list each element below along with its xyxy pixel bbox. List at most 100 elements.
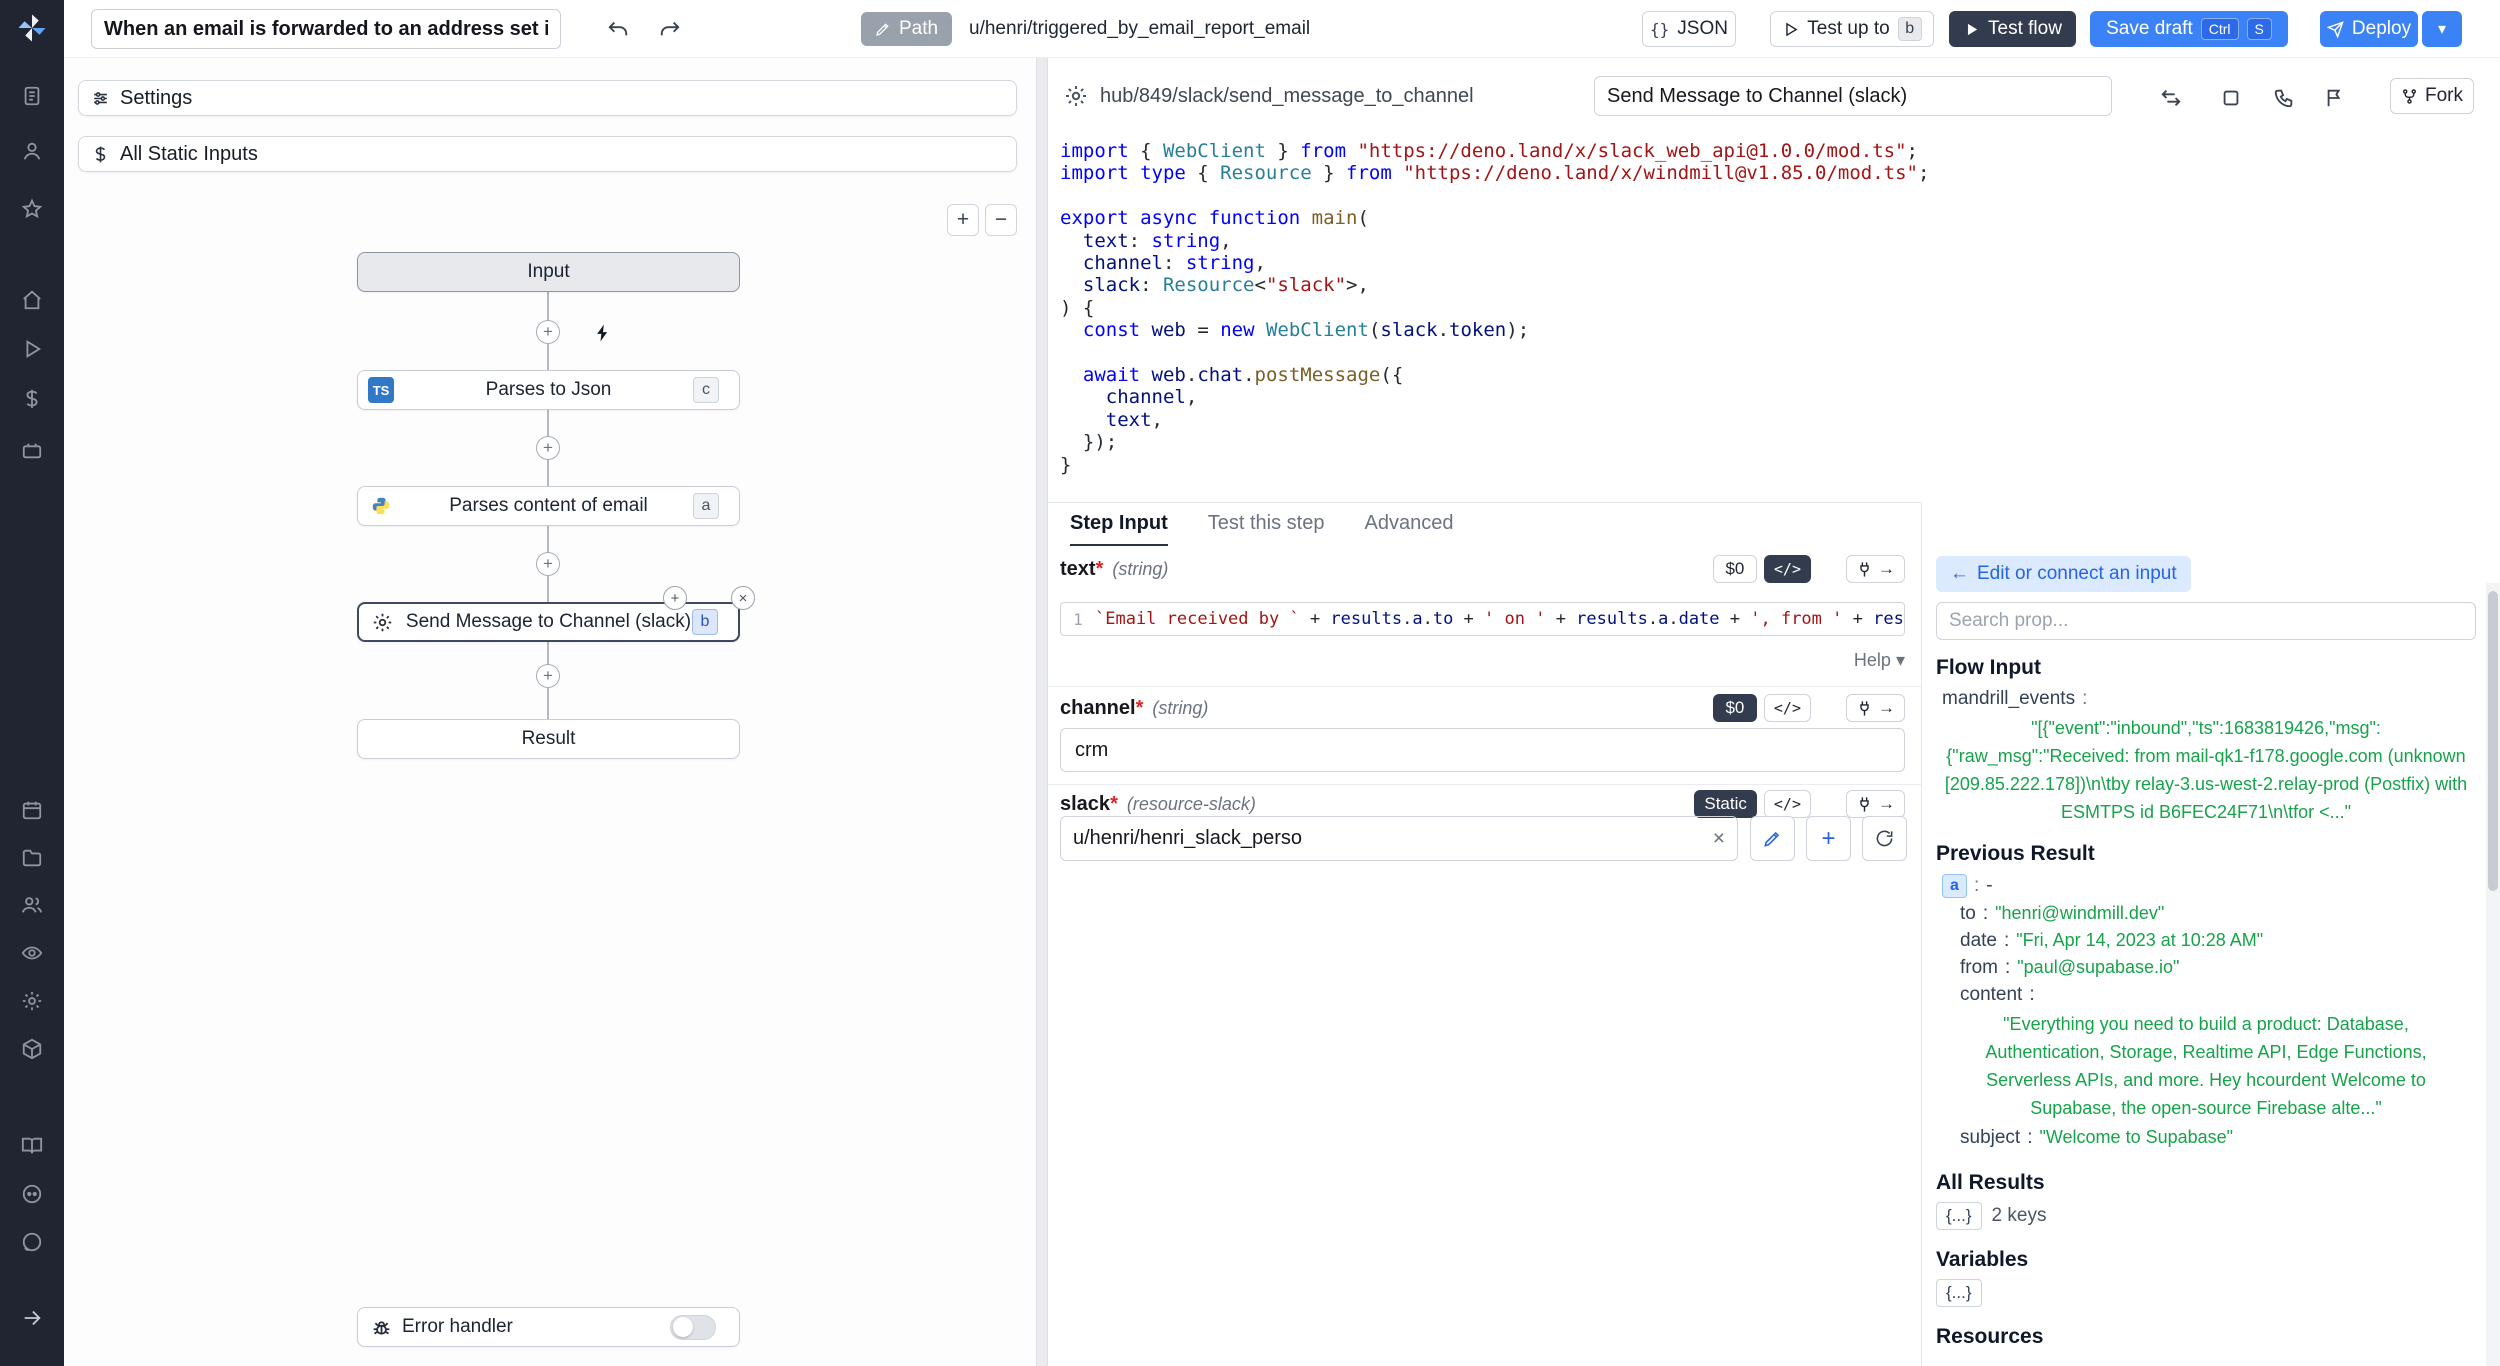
prop-row-subject[interactable]: subject:"Welcome to Supabase" [1960,1127,2476,1149]
fork-button[interactable]: Fork [2390,78,2474,114]
json-button[interactable]: {} JSON [1642,11,1736,47]
prop-row-to[interactable]: to:"henri@windmill.dev" [1960,903,2476,925]
panel-splitter[interactable] [1036,58,1048,1366]
topbar: Path {} JSON Test up to b Test flow Save… [64,0,2500,58]
insert-step-button[interactable]: + [536,664,560,688]
move-step-button[interactable]: + [663,586,687,610]
deploy-button[interactable]: Deploy [2320,11,2418,47]
dollar-zero-chip[interactable]: $0 [1713,694,1757,722]
windmill-logo[interactable] [14,10,50,46]
line-number: 1 [1061,610,1095,629]
slack-resource-picker[interactable]: u/henri/henri_slack_perso × [1060,816,1738,861]
audit-logs-icon[interactable] [18,939,46,967]
zoom-out-button[interactable]: − [985,204,1017,236]
arrow-right-icon: → [1878,559,1895,579]
undo-button[interactable] [600,11,636,47]
field-slack: slack* (resource-slack) Static </> → [1060,790,1905,818]
code-line: slack: Resource<"slack">, [1060,274,2480,296]
refresh-resource-button[interactable] [1862,816,1907,861]
code-editor[interactable]: import { WebClient } from "https://deno.… [1060,140,2480,492]
search-prop-input[interactable] [1936,602,2476,640]
text-expression-editor[interactable]: 1 `Email received by ` + results.a.to + … [1060,602,1905,636]
star-icon[interactable] [18,195,46,223]
clear-resource-icon[interactable]: × [1713,827,1725,851]
save-draft-button[interactable]: Save draft Ctrl S [2090,11,2288,47]
prop-key-a[interactable]: a : - [1942,874,2476,898]
flow-node-send-message-to-channel[interactable]: Send Message to Channel (slack) b [357,602,740,642]
expression-mode-chip[interactable]: </> [1764,790,1811,818]
scrollbar-thumb[interactable] [2488,591,2498,891]
test-flow-button[interactable]: Test flow [1949,11,2076,47]
user-icon[interactable] [18,137,46,165]
variables-object-chip[interactable]: {...} [1936,1279,1982,1307]
bolt-icon[interactable] [593,320,619,346]
flow-node-parses-to-json[interactable]: TS Parses to Json c [357,370,740,410]
home-icon[interactable] [18,286,46,314]
static-mode-chip[interactable]: Static [1694,790,1757,818]
connect-input-button[interactable]: → [1846,790,1905,818]
prop-row-date[interactable]: date:"Fri, Apr 14, 2023 at 10:28 AM" [1960,930,2476,952]
dollar-zero-chip[interactable]: $0 [1713,555,1757,583]
edit-resource-button[interactable] [1750,816,1795,861]
prop-key-mandrill-events[interactable]: mandrill_events: [1942,688,2476,710]
edit-or-connect-button[interactable]: ← Edit or connect an input [1936,556,2191,592]
path-input[interactable] [969,12,1399,46]
deploy-dropdown-button[interactable]: ▾ [2422,11,2462,47]
expression-mode-chip[interactable]: </> [1764,555,1811,583]
github-icon[interactable] [18,1228,46,1256]
runs-icon[interactable] [18,335,46,363]
flag-icon[interactable] [2324,85,2350,111]
all-results-object-chip[interactable]: {...} [1936,1202,1982,1230]
connect-input-button[interactable]: → [1846,694,1905,722]
expand-sidebar-icon[interactable] [18,1304,46,1332]
delete-step-button[interactable]: × [731,586,755,610]
prop-key-content[interactable]: content: [1960,984,2476,1006]
prop-row-from[interactable]: from:"paul@supabase.io" [1960,957,2476,979]
divider [1048,686,1921,687]
flow-node-parses-content-of-email[interactable]: Parses content of email a [357,486,740,526]
discord-icon[interactable] [18,1180,46,1208]
expand-icon[interactable] [2220,85,2246,111]
swap-arrows-icon[interactable] [2160,85,2186,111]
path-chip[interactable]: Path [861,12,952,46]
flow-title-input[interactable] [91,9,561,49]
prop-value-content[interactable]: "Everything you need to build a product:… [1936,1010,2476,1122]
phone-icon[interactable] [2273,85,2299,111]
tab-test-this-step[interactable]: Test this step [1208,503,1325,546]
flow-node-input[interactable]: Input [357,252,740,292]
insert-step-button[interactable]: + [536,436,560,460]
code-line: `Email received by ` + results.a.to + ' … [1095,609,1905,629]
tab-advanced[interactable]: Advanced [1364,503,1453,546]
add-resource-button[interactable]: + [1806,816,1851,861]
folders-icon[interactable] [18,844,46,872]
test-up-to-button[interactable]: Test up to b [1770,11,1934,47]
flow-node-result[interactable]: Result [357,719,740,759]
settings-icon[interactable] [18,987,46,1015]
schedules-icon[interactable] [18,796,46,824]
clipboard-icon[interactable] [18,82,46,110]
error-handler-node[interactable]: Error handler [357,1307,740,1347]
code-line: }); [1060,431,2480,453]
docs-icon[interactable] [18,1132,46,1160]
redo-button[interactable] [652,11,688,47]
channel-input[interactable] [1060,728,1905,772]
tab-step-input[interactable]: Step Input [1070,503,1168,546]
resources-icon[interactable] [18,436,46,464]
help-link[interactable]: Help▾ [1060,650,1905,671]
workers-icon[interactable] [18,1035,46,1063]
props-scrollbar[interactable] [2486,583,2500,1366]
all-static-inputs-button[interactable]: All Static Inputs [78,136,1017,172]
flow-canvas[interactable]: Settings All Static Inputs + − Input + T… [64,58,1036,1366]
insert-step-button[interactable]: + [536,320,560,344]
connect-input-button[interactable]: → [1846,555,1905,583]
code-line: channel: string, [1060,252,2480,274]
zoom-in-button[interactable]: + [947,204,979,236]
insert-step-button[interactable]: + [536,552,560,576]
expression-mode-chip[interactable]: </> [1764,694,1811,722]
flow-settings-button[interactable]: Settings [78,80,1017,116]
step-summary-input[interactable] [1594,76,2112,116]
error-handler-toggle[interactable] [670,1315,716,1340]
groups-icon[interactable] [18,891,46,919]
prop-value-mandrill-events[interactable]: "[{"event":"inbound","ts":1683819426,"ms… [1936,714,2476,826]
variables-icon[interactable] [18,385,46,413]
